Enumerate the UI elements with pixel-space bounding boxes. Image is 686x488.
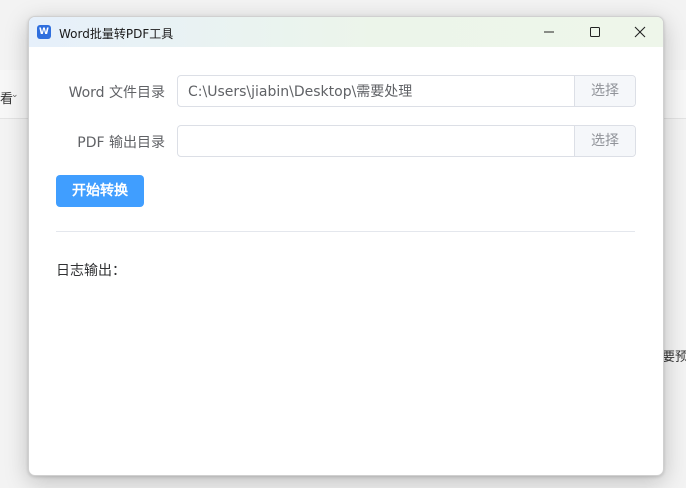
pdf-dir-select-button[interactable]: 选择 [574,126,635,156]
minimize-button[interactable] [526,17,572,47]
log-output-area[interactable] [56,285,635,455]
word-dir-label: Word 文件目录 [68,85,165,101]
divider [56,231,635,232]
word-dir-group: 选择 [177,75,636,107]
app-window: W Word批量转PDF工具 Word 文件目录 选择 PDF 输出目录 选择 … [28,16,664,476]
maximize-icon [590,27,600,37]
log-label: 日志输出： [56,263,126,279]
start-convert-button[interactable]: 开始转换 [56,175,144,207]
chevron-down-icon: ⌄ [11,90,19,100]
pdf-dir-input[interactable] [178,126,574,156]
word-dir-select-button[interactable]: 选择 [574,76,635,106]
pdf-dir-group: 选择 [177,125,636,157]
word-app-icon: W [37,25,51,39]
close-button[interactable] [617,17,663,47]
minimize-icon [544,31,554,33]
title-bar[interactable]: W Word批量转PDF工具 [29,17,663,47]
word-dir-input[interactable] [178,76,574,106]
background-side-text: 要预 [662,350,686,365]
close-icon [634,26,646,38]
pdf-dir-label: PDF 输出目录 [77,135,165,151]
window-title: Word批量转PDF工具 [59,27,174,41]
maximize-button[interactable] [572,17,618,47]
